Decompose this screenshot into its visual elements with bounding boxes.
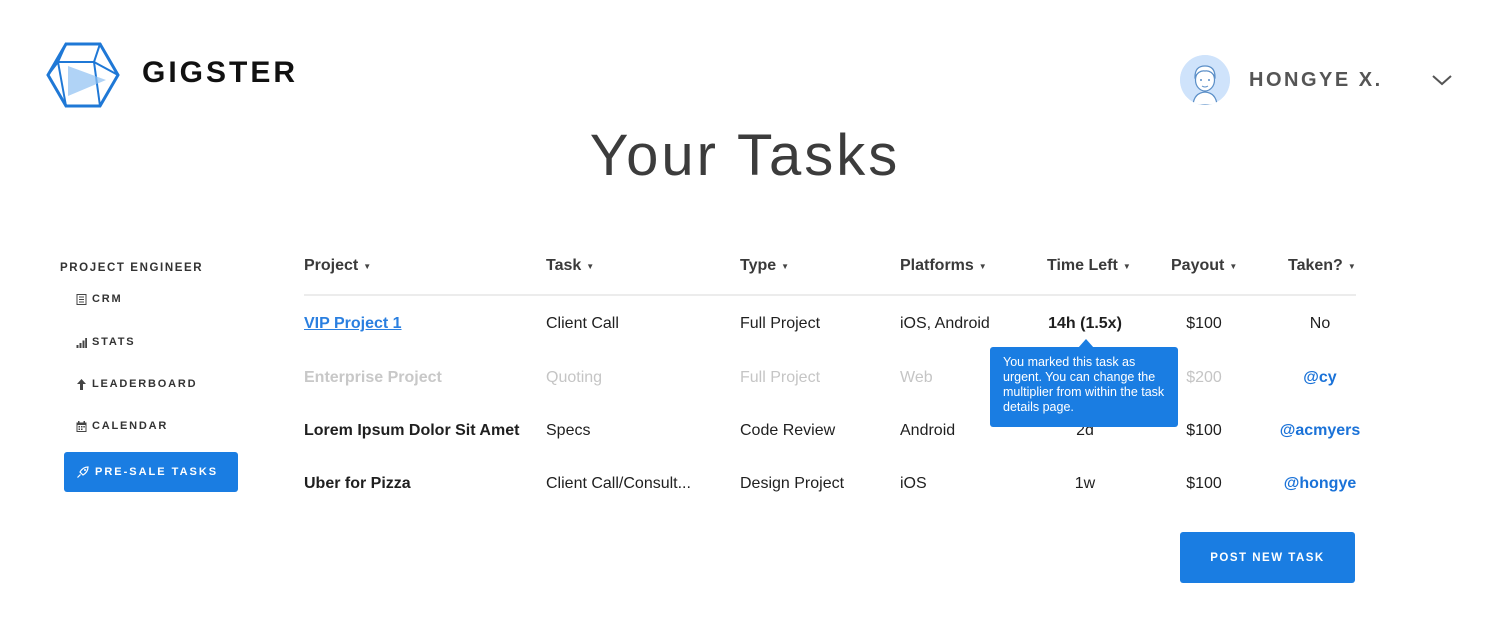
sidebar-item-label: CRM (92, 293, 123, 305)
avatar[interactable] (1180, 55, 1230, 105)
platforms-cell: Web (900, 369, 933, 386)
urgent-tooltip: You marked this task as urgent. You can … (990, 347, 1178, 427)
column-header-label: Payout (1171, 257, 1225, 274)
bar-chart-icon (76, 337, 87, 348)
sort-caret-icon: ▼ (781, 261, 790, 271)
task-cell: Quoting (546, 369, 603, 386)
sidebar-item-pre-sale-tasks[interactable]: PRE-SALE TASKS (64, 452, 238, 492)
sort-caret-icon: ▼ (1347, 261, 1356, 271)
column-header-label: Taken? (1288, 257, 1343, 274)
project-name[interactable]: Uber for Pizza (304, 475, 411, 493)
arrow-up-icon (77, 378, 86, 390)
platforms-cell: iOS, Android (900, 315, 990, 332)
taken-by-link[interactable]: @acmyers (1269, 422, 1371, 440)
type-cell: Full Project (740, 369, 821, 386)
sidebar-item-crm[interactable]: CRM (76, 293, 122, 305)
column-header-project[interactable]: Project ▼ (304, 257, 371, 275)
sidebar-item-stats[interactable]: STATS (76, 336, 135, 348)
sidebar-item-label: LEADERBOARD (92, 378, 198, 390)
sort-caret-icon: ▼ (363, 261, 372, 271)
column-header-label: Platforms (900, 257, 974, 274)
sort-caret-icon: ▼ (1122, 261, 1131, 271)
column-header-label: Task (546, 257, 582, 274)
sort-caret-icon: ▼ (1229, 261, 1238, 271)
sidebar-item-label: PRE-SALE TASKS (95, 466, 219, 478)
payout-cell: $100 (1186, 475, 1222, 492)
column-header-task[interactable]: Task ▼ (546, 257, 594, 275)
sidebar-item-leaderboard[interactable]: LEADERBOARD (76, 378, 197, 390)
type-cell: Design Project (740, 475, 845, 492)
chevron-down-icon[interactable] (1430, 70, 1454, 90)
column-header-label: Time Left (1047, 257, 1118, 274)
payout-cell: $100 (1186, 315, 1222, 332)
post-new-task-button[interactable]: POST NEW TASK (1180, 532, 1355, 583)
column-header-label: Project (304, 257, 359, 274)
rocket-icon (77, 466, 89, 478)
column-header-platforms[interactable]: Platforms ▼ (900, 257, 987, 275)
sidebar-item-label: STATS (92, 336, 136, 348)
taken-by-link[interactable]: @cy (1269, 369, 1371, 387)
project-name[interactable]: Enterprise Project (304, 369, 442, 387)
project-link[interactable]: VIP Project 1 (304, 315, 402, 333)
payout-cell: $100 (1186, 422, 1222, 439)
sort-caret-icon: ▼ (978, 261, 987, 271)
time-left-cell: 1w (1074, 475, 1096, 492)
sort-caret-icon: ▼ (586, 261, 595, 271)
platforms-cell: iOS (900, 475, 927, 492)
payout-cell: $200 (1186, 369, 1222, 386)
type-cell: Code Review (740, 422, 836, 439)
time-left-cell[interactable]: 14h (1.5x) (1039, 315, 1131, 333)
column-header-type[interactable]: Type ▼ (740, 257, 789, 275)
column-header-time-left[interactable]: Time Left ▼ (1047, 257, 1131, 275)
sidebar-item-label: CALENDAR (92, 420, 169, 432)
column-header-label: Type (740, 257, 777, 274)
task-cell: Client Call (546, 315, 619, 332)
calendar-icon (76, 420, 87, 432)
header-divider (304, 294, 1356, 296)
sidebar-item-calendar[interactable]: CALENDAR (76, 420, 168, 432)
user-avatar-icon (1180, 55, 1230, 105)
document-icon (76, 293, 87, 305)
user-name[interactable]: HONGYE X. (1249, 69, 1383, 92)
column-header-taken[interactable]: Taken? ▼ (1288, 257, 1356, 275)
taken-by-link[interactable]: @hongye (1269, 475, 1371, 493)
type-cell: Full Project (740, 315, 821, 332)
column-header-payout[interactable]: Payout ▼ (1171, 257, 1237, 275)
task-cell: Client Call/Consult... (546, 475, 691, 492)
taken-cell: No (1309, 315, 1331, 332)
brand-name: GIGSTER (142, 56, 299, 89)
sidebar-heading: PROJECT ENGINEER (60, 262, 204, 274)
platforms-cell: Android (900, 422, 956, 439)
task-cell: Specs (546, 422, 591, 439)
project-name[interactable]: Lorem Ipsum Dolor Sit Amet (304, 422, 519, 440)
page-title: Your Tasks (589, 123, 901, 188)
gigster-logo-icon (46, 42, 120, 108)
